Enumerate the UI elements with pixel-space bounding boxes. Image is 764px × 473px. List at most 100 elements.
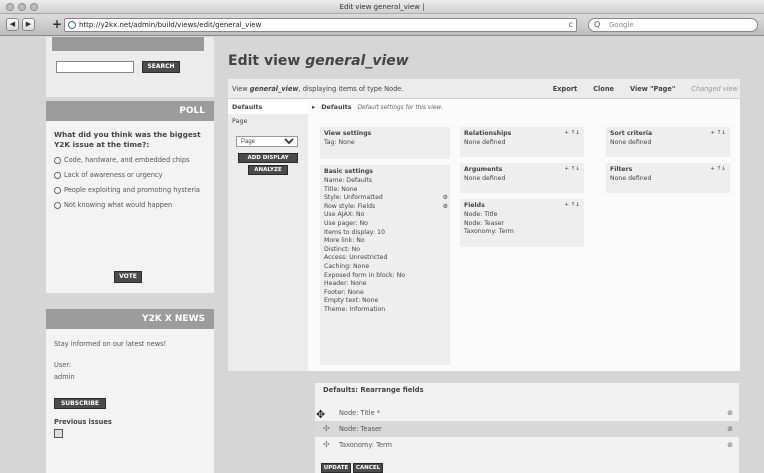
filters-title: Filters + ↑↓ bbox=[610, 166, 726, 173]
arguments-title: Arguments + ↑↓ bbox=[464, 166, 580, 173]
poll-option[interactable]: Code, hardware, and embedded chips bbox=[46, 156, 214, 165]
remove-icon[interactable]: ⊘ bbox=[727, 421, 733, 437]
previous-issues-link[interactable]: Previous issues bbox=[46, 418, 214, 427]
section-tools-icon[interactable]: + ↑↓ bbox=[564, 130, 580, 136]
remove-icon[interactable]: ⊘ bbox=[727, 437, 733, 453]
rearrange-title: Defaults: Rearrange fields bbox=[323, 386, 424, 394]
filters-section: Filters + ↑↓ None defined bbox=[606, 163, 730, 193]
poll-option-label: Code, hardware, and embedded chips bbox=[64, 156, 190, 164]
section-tools-icon[interactable]: + ↑↓ bbox=[710, 166, 726, 172]
basic-setting-row[interactable]: Empty text: None bbox=[324, 297, 446, 306]
export-link[interactable]: Export bbox=[553, 79, 577, 99]
basic-setting-row[interactable]: Header: None bbox=[324, 280, 446, 289]
poll-option[interactable]: Not knowing what would happen bbox=[46, 201, 214, 210]
drag-handle-icon[interactable]: ✣ bbox=[323, 437, 330, 453]
page-content: SEARCH POLL What did you think was the b… bbox=[0, 37, 764, 473]
reload-icon[interactable]: c bbox=[569, 19, 573, 31]
settings-gear-icon[interactable]: ⚙ bbox=[443, 203, 448, 212]
rearrange-row[interactable]: ✣ Node: Teaser ⊘ bbox=[315, 421, 739, 437]
field-row[interactable]: Taxonomy: Term bbox=[464, 228, 580, 237]
settings-gear-icon[interactable]: ⚙ bbox=[443, 194, 448, 203]
update-button[interactable]: UPDATE bbox=[321, 463, 351, 473]
display-tab-page[interactable]: Page bbox=[228, 114, 308, 128]
zoom-window-button[interactable] bbox=[30, 3, 38, 11]
window-title: Edit view general_view | bbox=[339, 3, 425, 11]
view-description-name: general_view bbox=[249, 85, 299, 93]
site-icon bbox=[68, 21, 76, 29]
basic-setting-row[interactable]: Footer: None bbox=[324, 289, 446, 298]
arguments-section: Arguments + ↑↓ None defined bbox=[460, 163, 584, 193]
view-description-prefix: View bbox=[232, 85, 250, 93]
view-settings-title[interactable]: View settings bbox=[324, 130, 446, 137]
poll-option[interactable]: Lack of awareness or urgency bbox=[46, 171, 214, 180]
changed-view-link[interactable]: Changed view bbox=[691, 79, 738, 99]
rearrange-row[interactable]: ✥ Node: Title * ⊘ bbox=[315, 405, 739, 421]
expand-arrow-icon[interactable]: ▸ bbox=[312, 103, 315, 111]
search-icon: Q bbox=[594, 20, 601, 29]
basic-setting-row[interactable]: Row style: Fields ⚙ bbox=[324, 203, 448, 212]
minimize-window-button[interactable] bbox=[18, 3, 26, 11]
browser-toolbar: ◀ ▶ + http://y2kx.net/admin/build/views/… bbox=[0, 14, 764, 36]
rearrange-row[interactable]: ✣ Taxonomy: Term ⊘ bbox=[315, 437, 739, 453]
basic-setting-row[interactable]: Use pager: No bbox=[324, 220, 446, 229]
poll-option-label: People exploiting and promoting hysteria bbox=[64, 186, 200, 194]
fields-section: Fields + ↑↓ Node: Title Node: Teaser Taxo… bbox=[460, 199, 584, 247]
radio-button[interactable] bbox=[54, 172, 61, 179]
rearrange-row-label: Node: Teaser bbox=[339, 425, 382, 433]
basic-setting-row[interactable]: Title: None bbox=[324, 186, 446, 195]
search-placeholder: Google bbox=[609, 21, 634, 29]
field-row[interactable]: Node: Title bbox=[464, 211, 580, 220]
basic-setting-row[interactable]: Use AJAX: No bbox=[324, 211, 446, 220]
radio-button[interactable] bbox=[54, 202, 61, 209]
page-title: Edit view general_view bbox=[228, 53, 409, 69]
site-search-input[interactable] bbox=[56, 61, 134, 73]
poll-option-label: Lack of awareness or urgency bbox=[64, 171, 163, 179]
section-tools-icon[interactable]: + ↑↓ bbox=[710, 130, 726, 136]
basic-setting-row[interactable]: Caching: None bbox=[324, 263, 446, 272]
radio-button[interactable] bbox=[54, 187, 61, 194]
radio-button[interactable] bbox=[54, 157, 61, 164]
view-settings-section: View settings Tag: None bbox=[320, 127, 450, 159]
view-setting-row[interactable]: Tag: None bbox=[324, 139, 446, 148]
basic-setting-row[interactable]: Exposed form in block: No bbox=[324, 272, 446, 281]
sort-criteria-row: None defined bbox=[610, 139, 652, 146]
display-tab-defaults[interactable]: Defaults bbox=[228, 100, 308, 114]
user-label: User: bbox=[54, 361, 72, 369]
field-row[interactable]: Node: Teaser bbox=[464, 220, 580, 229]
search-button[interactable]: SEARCH bbox=[142, 61, 180, 73]
drag-handle-icon[interactable]: ✣ bbox=[323, 421, 330, 437]
analyze-button[interactable]: ANALYZE bbox=[248, 165, 288, 175]
cancel-button[interactable]: CANCEL bbox=[353, 463, 383, 473]
address-bar[interactable]: http://y2kx.net/admin/build/views/edit/g… bbox=[64, 18, 577, 32]
url-text: http://y2kx.net/admin/build/views/edit/g… bbox=[79, 21, 262, 29]
browser-search-field[interactable]: Q Google bbox=[588, 18, 758, 32]
basic-setting-row[interactable]: Name: Defaults bbox=[324, 177, 446, 186]
clone-link[interactable]: Clone bbox=[593, 79, 614, 99]
close-window-button[interactable] bbox=[6, 3, 14, 11]
basic-setting-row[interactable]: Distinct: No bbox=[324, 246, 446, 255]
poll-block: POLL What did you think was the biggest … bbox=[46, 101, 214, 293]
remove-icon[interactable]: ⊘ bbox=[727, 405, 733, 421]
subscribe-button[interactable]: SUBSCRIBE bbox=[54, 398, 106, 409]
add-display-button[interactable]: ADD DISPLAY bbox=[238, 153, 298, 163]
basic-setting-row[interactable]: Theme: Information bbox=[324, 306, 446, 315]
view-action-links: Export Clone View "Page" Changed view bbox=[553, 79, 738, 99]
basic-setting-row[interactable]: More link: No bbox=[324, 237, 446, 246]
basic-settings-rows: Name: Defaults Title: None Style: Unformat… bbox=[324, 177, 448, 315]
forward-button[interactable]: ▶ bbox=[22, 18, 35, 31]
basic-setting-row[interactable]: Items to display: 10 bbox=[324, 229, 446, 238]
feed-icon[interactable] bbox=[54, 429, 63, 438]
fields-title: Fields + ↑↓ bbox=[464, 202, 580, 209]
section-tools-icon[interactable]: + ↑↓ bbox=[564, 202, 580, 208]
section-tools-icon[interactable]: + ↑↓ bbox=[564, 166, 580, 172]
vote-button[interactable]: VOTE bbox=[114, 271, 142, 283]
add-bookmark-button[interactable]: + bbox=[52, 17, 62, 31]
site-search-block: SEARCH bbox=[46, 37, 214, 97]
display-type-select[interactable]: Page bbox=[236, 136, 298, 147]
poll-option[interactable]: People exploiting and promoting hysteria bbox=[46, 186, 214, 195]
poll-option-label: Not knowing what would happen bbox=[64, 201, 173, 209]
basic-setting-row[interactable]: Access: Unrestricted bbox=[324, 254, 446, 263]
back-button[interactable]: ◀ bbox=[6, 18, 19, 31]
basic-setting-row[interactable]: Style: Unformatted ⚙ bbox=[324, 194, 448, 203]
view-page-link[interactable]: View "Page" bbox=[630, 79, 675, 99]
